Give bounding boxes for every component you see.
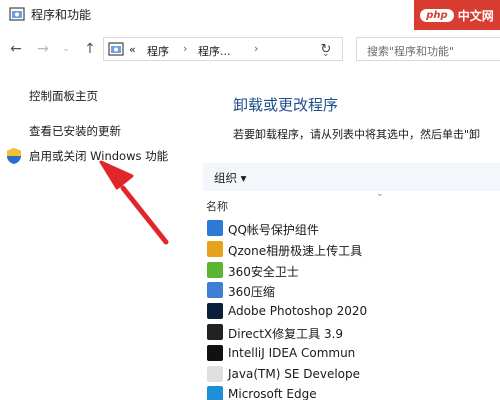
view-installed-updates-link[interactable]: 查看已安装的更新 — [29, 123, 121, 139]
search-placeholder: 搜索"程序和功能" — [367, 45, 455, 58]
control-panel-icon — [108, 42, 124, 56]
uac-shield-icon — [7, 148, 21, 164]
address-bar[interactable]: « 程序 › 程序... › ⌄ — [103, 37, 343, 61]
program-row[interactable]: 360压缩 — [206, 280, 500, 301]
360-zip-icon — [207, 282, 223, 299]
program-name: 360压缩 — [228, 285, 275, 300]
program-row[interactable]: Java(TM) SE Develope — [206, 364, 500, 385]
organize-menu-button[interactable]: 组织 ▾ — [214, 170, 246, 186]
java-icon — [207, 365, 223, 382]
program-row[interactable]: Qzone相册极速上传工具 — [206, 239, 500, 260]
breadcrumb-programs-features[interactable]: 程序... — [198, 43, 231, 59]
program-name: DirectX修复工具 3.9 — [228, 327, 344, 341]
sort-chevron-icon[interactable]: ⌄ — [376, 189, 384, 199]
program-row[interactable]: Adobe Photoshop 2020 — [206, 301, 500, 322]
program-name: Qzone相册极速上传工具 — [228, 243, 363, 258]
edge-icon — [207, 386, 223, 400]
program-name: Java(TM) SE Develope — [228, 366, 361, 381]
watermark-badge: php — [420, 8, 454, 22]
command-toolbar: 组织 ▾ — [203, 163, 500, 191]
column-header-name[interactable]: 名称 — [206, 198, 228, 214]
refresh-icon[interactable]: ↻ — [314, 38, 338, 62]
intellij-icon — [207, 344, 223, 361]
program-row[interactable]: 360安全卫士 — [206, 260, 500, 281]
watermark-text: 中文网 — [457, 8, 494, 23]
page-heading: 卸载或更改程序 — [233, 96, 339, 114]
program-name: QQ帐号保护组件 — [228, 223, 319, 237]
program-row[interactable]: QQ帐号保护组件 — [206, 218, 500, 239]
control-panel-home-link[interactable]: 控制面板主页 — [29, 88, 98, 104]
qq-guard-icon — [207, 220, 223, 236]
search-input[interactable]: 搜索"程序和功能" — [356, 37, 500, 61]
breadcrumb-programs[interactable]: 程序 — [147, 43, 169, 59]
program-row[interactable]: DirectX修复工具 3.9 — [206, 322, 500, 343]
back-arrow-icon[interactable]: ← — [8, 40, 24, 58]
breadcrumb-overflow[interactable]: « — [129, 43, 136, 56]
photoshop-icon — [207, 303, 223, 320]
360-safe-icon — [207, 261, 223, 278]
program-name: Adobe Photoshop 2020 — [228, 304, 368, 319]
directx-icon — [207, 324, 223, 340]
title-bar: 程序和功能 php 中文网 — [0, 0, 500, 30]
program-name: Microsoft Edge — [228, 387, 317, 400]
page-description: 若要卸载程序，请从列表中将其选中，然后单击"卸 — [233, 128, 481, 141]
watermark-logo: php 中文网 — [414, 0, 500, 30]
breadcrumb-separator-icon[interactable]: › — [183, 42, 187, 55]
program-name: 360安全卫士 — [228, 264, 299, 279]
forward-arrow-icon[interactable]: → — [35, 40, 51, 58]
window-title: 程序和功能 — [31, 8, 92, 22]
breadcrumb-separator-icon[interactable]: › — [254, 42, 258, 55]
program-row[interactable]: Microsoft Edge — [206, 384, 500, 400]
qzone-icon — [207, 240, 223, 257]
program-name: IntelliJ IDEA Commun — [228, 345, 356, 360]
program-row[interactable]: IntelliJ IDEA Commun — [206, 343, 500, 364]
control-panel-icon — [9, 7, 25, 21]
up-arrow-icon[interactable]: ↑ — [82, 40, 98, 58]
history-chevron-icon[interactable]: ⌄ — [58, 40, 74, 58]
windows-features-link[interactable]: 启用或关闭 Windows 功能 — [29, 148, 168, 164]
